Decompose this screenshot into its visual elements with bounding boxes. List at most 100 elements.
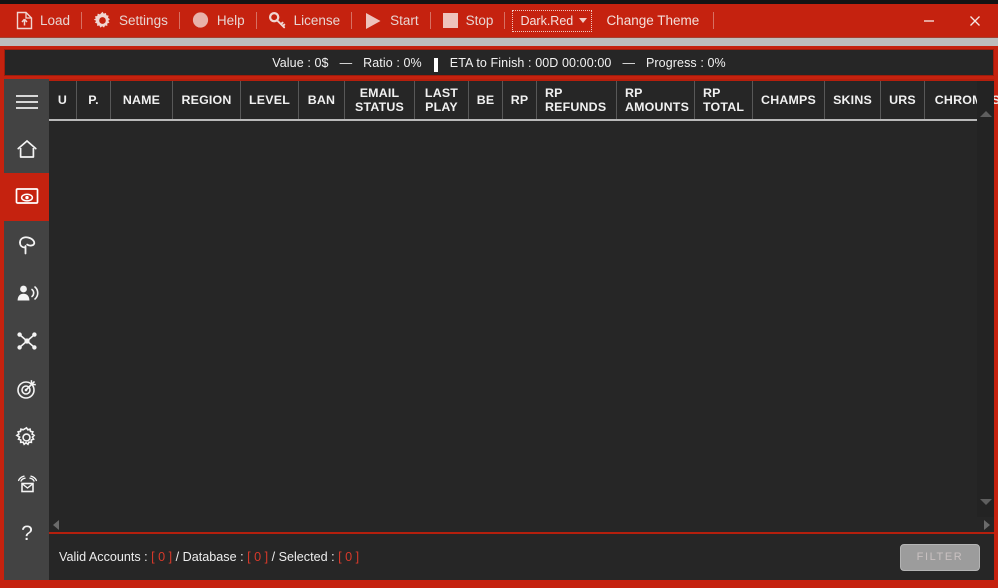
play-icon xyxy=(363,12,383,30)
table-header-cell[interactable]: RP AMOUNTS xyxy=(617,81,695,119)
chevron-down-icon xyxy=(579,18,588,23)
table-header-cell[interactable]: NAME xyxy=(111,81,173,119)
home-icon xyxy=(15,137,39,161)
selected-count: [ 0 ] xyxy=(338,550,360,564)
table-header-row: U P. NAME REGION LEVEL BAN EMAIL STATUS LAST PL… xyxy=(49,81,998,121)
filter-button[interactable]: FILTER xyxy=(900,543,980,571)
window-controls xyxy=(906,4,998,37)
table-header-cell[interactable]: EMAIL STATUS xyxy=(345,81,415,119)
sidebar-item-mail-broadcast[interactable] xyxy=(4,461,49,509)
sidebar-item-network[interactable] xyxy=(4,317,49,365)
table-scroll-row: U P. NAME REGION LEVEL BAN EMAIL STATUS LAST PL… xyxy=(49,81,998,517)
app-window: Load Settings Help License Start Stop Da… xyxy=(0,0,998,588)
accounts-table-region: U P. NAME REGION LEVEL BAN EMAIL STATUS LAST PL… xyxy=(49,79,998,534)
sidebar-item-help[interactable]: ? xyxy=(4,509,49,557)
counts-prefix: Valid Accounts : xyxy=(59,550,152,564)
load-button[interactable]: Load xyxy=(10,8,76,34)
table-header-cell[interactable]: SKINS xyxy=(825,81,881,119)
key-icon xyxy=(268,11,287,30)
svg-text:?: ? xyxy=(21,522,33,545)
toolbar-separator xyxy=(429,12,431,29)
scroll-right-arrow-icon[interactable] xyxy=(984,519,990,530)
stop-label: Stop xyxy=(465,12,494,28)
sidebar-item-capture[interactable] xyxy=(4,221,49,269)
scroll-left-arrow-icon[interactable] xyxy=(53,519,59,530)
progress-status: Progress : 0% xyxy=(645,55,726,70)
close-icon xyxy=(970,15,980,26)
sidebar-item-home[interactable] xyxy=(4,125,49,173)
sidebar-item-announce[interactable] xyxy=(4,269,49,317)
license-button[interactable]: License xyxy=(262,8,347,34)
theme-select-value: Dark.Red xyxy=(520,13,574,28)
status-dash: — xyxy=(622,55,635,70)
table-header-cell[interactable]: RP TOTAL xyxy=(695,81,753,119)
toolbar-separator xyxy=(81,12,83,29)
window-bottom-frame xyxy=(0,580,998,588)
sidebar-item-targets[interactable] xyxy=(4,365,49,413)
monitor-eye-icon xyxy=(14,185,40,209)
table-header-cell[interactable]: RP xyxy=(503,81,537,119)
person-speaking-icon xyxy=(15,281,39,305)
selected-label: / Selected : xyxy=(268,550,339,564)
database-label: / Database : xyxy=(172,550,248,564)
sidebar-item-menu-toggle[interactable] xyxy=(4,79,49,125)
load-label: Load xyxy=(40,12,71,28)
table-header-cell[interactable]: P. xyxy=(77,81,111,119)
sidebar: ? xyxy=(4,79,49,580)
table-header-cell[interactable]: RP REFUNDS xyxy=(537,81,617,119)
ratio-status: Ratio : 0% xyxy=(363,55,422,70)
toolbar-separator xyxy=(178,12,180,29)
stop-square-icon xyxy=(442,12,459,29)
theme-select[interactable]: Dark.Red xyxy=(512,9,593,32)
file-upload-icon xyxy=(16,11,33,30)
help-button[interactable]: Help xyxy=(185,8,251,34)
main-lower-area: Valid Accounts : [ 0 ] / Database : [ 0 … xyxy=(49,534,994,580)
table-header-cell[interactable]: LAST PLAY xyxy=(415,81,469,119)
change-theme-label: Change Theme xyxy=(606,13,700,28)
settings-button[interactable]: Settings xyxy=(87,8,174,34)
sidebar-item-settings[interactable] xyxy=(4,413,49,461)
minimize-button[interactable] xyxy=(906,4,952,37)
share-nodes-icon xyxy=(15,329,39,353)
valid-accounts-count: [ 0 ] xyxy=(151,550,173,564)
table-header-cell[interactable]: REGION xyxy=(173,81,241,119)
sidebar-item-monitor-view[interactable] xyxy=(4,173,49,221)
eta-status: ETA to Finish : 00D 00:00:00 xyxy=(449,55,612,70)
toolbar-separator xyxy=(351,12,353,29)
table-header-cell[interactable]: LEVEL xyxy=(241,81,299,119)
stop-button[interactable]: Stop xyxy=(436,8,500,34)
gear-icon xyxy=(93,11,112,30)
start-button[interactable]: Start xyxy=(357,8,425,34)
mail-signal-icon xyxy=(15,473,39,497)
table-column-area: U P. NAME REGION LEVEL BAN EMAIL STATUS LAST PL… xyxy=(49,81,998,517)
vertical-scrollbar[interactable] xyxy=(977,81,994,517)
license-label: License xyxy=(293,12,341,28)
footer-bar: Valid Accounts : [ 0 ] / Database : [ 0 … xyxy=(49,534,994,580)
close-button[interactable] xyxy=(952,4,998,37)
status-divider xyxy=(433,57,438,72)
status-bar: Value : 0$ — Ratio : 0% ETA to Finish : … xyxy=(4,49,994,76)
account-counts: Valid Accounts : [ 0 ] / Database : [ 0 … xyxy=(59,550,359,564)
scroll-down-arrow-icon[interactable] xyxy=(979,499,992,505)
table-header-cell[interactable]: BAN xyxy=(299,81,345,119)
value-status: Value : 0$ xyxy=(272,55,329,70)
table-header-cell[interactable]: U xyxy=(49,81,77,119)
horizontal-scrollbar[interactable] xyxy=(49,517,994,534)
gear-icon xyxy=(15,426,38,449)
help-bubble-icon xyxy=(191,11,210,30)
minimize-icon xyxy=(924,19,934,22)
scroll-up-arrow-icon[interactable] xyxy=(979,111,992,117)
table-header-cell[interactable]: CHAMPS xyxy=(753,81,825,119)
help-label: Help xyxy=(216,12,245,28)
stamp-icon xyxy=(15,233,39,257)
toolbar-separator xyxy=(713,12,715,29)
toolbar-separator xyxy=(255,12,257,29)
main-body: ? U P. NAME REGION LEVEL BAN EMAIL STATUS LAST … xyxy=(0,79,998,580)
table-header-cell[interactable]: BE xyxy=(469,81,503,119)
question-mark-icon: ? xyxy=(15,520,39,546)
start-label: Start xyxy=(390,12,419,28)
hamburger-icon xyxy=(15,95,38,109)
status-dash: — xyxy=(339,55,353,70)
table-header-cell[interactable]: URS xyxy=(881,81,925,119)
target-icon xyxy=(15,377,39,401)
